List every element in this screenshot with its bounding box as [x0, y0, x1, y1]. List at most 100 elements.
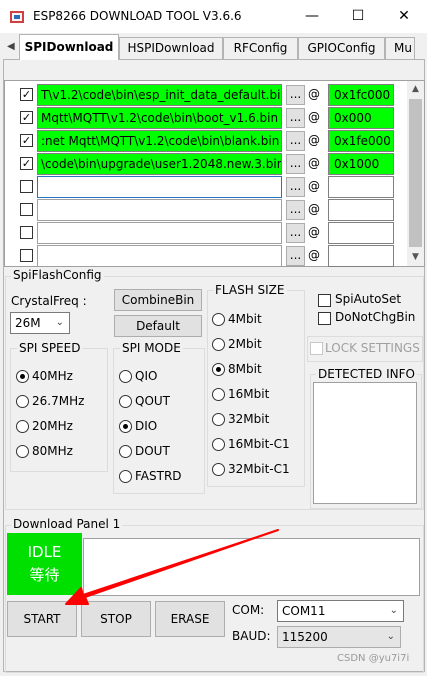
- flash-size-title: FLASH SIZE: [213, 283, 287, 297]
- erase-button[interactable]: ERASE: [155, 601, 225, 637]
- chevron-down-icon: ⌄: [386, 631, 395, 642]
- at-label: @: [308, 87, 320, 101]
- app-icon: [10, 11, 24, 23]
- flash-address-input[interactable]: [328, 199, 394, 221]
- file-path-input[interactable]: T\v1.2\code\bin\esp_init_data_default.bi…: [37, 84, 282, 106]
- flash-address-input[interactable]: 0x1000: [328, 153, 394, 175]
- flash-address-input[interactable]: [328, 245, 394, 267]
- combine-bin-button[interactable]: CombineBin: [114, 289, 202, 311]
- spi-speed-radio[interactable]: [16, 370, 29, 383]
- spi-speed-label: 80MHz: [32, 444, 73, 458]
- baud-label: BAUD:: [232, 629, 271, 643]
- baud-rate-value: 115200: [282, 630, 328, 644]
- status-indicator: IDLE 等待: [7, 533, 82, 595]
- start-button[interactable]: START: [7, 601, 77, 637]
- file-path-input[interactable]: [37, 199, 282, 221]
- file-enable-checkbox[interactable]: ✓: [20, 88, 33, 101]
- flash-size-radio[interactable]: [212, 313, 225, 326]
- detected-info-box: [313, 382, 417, 504]
- spi-speed-title: SPI SPEED: [17, 341, 83, 355]
- browse-button[interactable]: ...: [286, 154, 305, 174]
- close-button[interactable]: ✕: [381, 0, 427, 33]
- flash-size-radio[interactable]: [212, 338, 225, 351]
- flash-size-label: 2Mbit: [228, 337, 262, 351]
- spi-mode-radio[interactable]: [119, 445, 132, 458]
- spi-speed-label: 26.7MHz: [32, 394, 85, 408]
- file-enable-checkbox[interactable]: [20, 180, 33, 193]
- spi-mode-label: QIO: [135, 369, 158, 383]
- spi-mode-radio[interactable]: [119, 470, 132, 483]
- flash-size-radio[interactable]: [212, 438, 225, 451]
- maximize-button[interactable]: ☐: [335, 0, 381, 33]
- do-not-chg-bin-label: DoNotChgBin: [335, 310, 416, 324]
- flash-size-radio[interactable]: [212, 463, 225, 476]
- browse-button[interactable]: ...: [286, 131, 305, 151]
- flash-address-input[interactable]: [328, 222, 394, 244]
- file-enable-checkbox[interactable]: ✓: [20, 134, 33, 147]
- file-enable-checkbox[interactable]: [20, 203, 33, 216]
- spi-mode-label: FASTRD: [135, 469, 182, 483]
- window-title: ESP8266 DOWNLOAD TOOL V3.6.6: [33, 9, 242, 23]
- browse-button[interactable]: ...: [286, 85, 305, 105]
- tab-hspidownload[interactable]: HSPIDownload: [119, 37, 223, 59]
- file-path-input[interactable]: [37, 245, 282, 267]
- default-button[interactable]: Default: [114, 315, 202, 337]
- file-enable-checkbox[interactable]: [20, 226, 33, 239]
- tab-rfconfig[interactable]: RFConfig: [223, 37, 298, 59]
- tab-spidownload[interactable]: SPIDownload: [19, 34, 119, 60]
- minimize-button[interactable]: —: [289, 0, 335, 33]
- file-enable-checkbox[interactable]: ✓: [20, 157, 33, 170]
- file-path-input[interactable]: \code\bin\upgrade\user1.2048.new.3.bin: [37, 153, 282, 175]
- com-port-select[interactable]: COM11 ⌄: [277, 600, 404, 622]
- flash-address-input[interactable]: [328, 176, 394, 198]
- flash-size-radio[interactable]: [212, 363, 225, 376]
- browse-button[interactable]: ...: [286, 177, 305, 197]
- spi-speed-radio[interactable]: [16, 445, 29, 458]
- file-path-input[interactable]: [37, 176, 282, 198]
- flash-size-label: 32Mbit: [228, 412, 270, 426]
- flash-address-input[interactable]: 0x000: [328, 107, 394, 129]
- spi-mode-title: SPI MODE: [120, 341, 183, 355]
- file-path-input[interactable]: :net Mqtt\MQTT\v1.2\code\bin\blank.bin: [37, 130, 282, 152]
- file-enable-checkbox[interactable]: ✓: [20, 111, 33, 124]
- spi-mode-radio[interactable]: [119, 370, 132, 383]
- scroll-thumb[interactable]: [409, 99, 422, 247]
- flash-size-label: 32Mbit-C1: [228, 462, 290, 476]
- browse-button[interactable]: ...: [286, 108, 305, 128]
- spi-flash-config-title: SpiFlashConfig: [11, 268, 104, 282]
- spi-speed-radio[interactable]: [16, 395, 29, 408]
- stop-button[interactable]: STOP: [81, 601, 151, 637]
- baud-rate-select[interactable]: 115200 ⌄: [277, 626, 401, 648]
- tab-scroll-left-icon[interactable]: ◀: [7, 41, 15, 52]
- flash-address-input[interactable]: 0x1fc000: [328, 84, 394, 106]
- spi-speed-label: 40MHz: [32, 369, 73, 383]
- scroll-down-icon[interactable]: ▼: [407, 249, 424, 266]
- file-path-input[interactable]: [37, 222, 282, 244]
- flash-size-radio[interactable]: [212, 413, 225, 426]
- flash-address-input[interactable]: 0x1fe000: [328, 130, 394, 152]
- crystal-freq-select[interactable]: 26M ⌄: [10, 312, 70, 334]
- browse-button[interactable]: ...: [286, 246, 305, 266]
- spi-mode-radio[interactable]: [119, 395, 132, 408]
- at-label: @: [308, 202, 320, 216]
- scroll-up-icon[interactable]: ▲: [407, 81, 424, 98]
- spi-mode-radio[interactable]: [119, 420, 132, 433]
- tab-gpioconfig[interactable]: GPIOConfig: [298, 37, 385, 59]
- spi-speed-radio[interactable]: [16, 420, 29, 433]
- at-label: @: [308, 248, 320, 262]
- lock-settings-checkbox[interactable]: [310, 342, 323, 355]
- file-enable-checkbox[interactable]: [20, 249, 33, 262]
- lock-settings-label: LOCK SETTINGS: [325, 341, 420, 355]
- tab-more[interactable]: Mu: [385, 37, 415, 59]
- chevron-down-icon: ⌄: [389, 605, 398, 616]
- file-path-input[interactable]: Mqtt\MQTT\v1.2\code\bin\boot_v1.6.bin: [37, 107, 282, 129]
- flash-size-radio[interactable]: [212, 388, 225, 401]
- spi-autoset-checkbox[interactable]: [318, 294, 331, 307]
- at-label: @: [308, 156, 320, 170]
- browse-button[interactable]: ...: [286, 223, 305, 243]
- crystal-freq-label: CrystalFreq :: [11, 294, 87, 308]
- browse-button[interactable]: ...: [286, 200, 305, 220]
- watermark-text: CSDN @yu7i7i: [337, 653, 410, 664]
- download-panel-title: Download Panel 1: [11, 517, 123, 531]
- do-not-chg-bin-checkbox[interactable]: [318, 312, 331, 325]
